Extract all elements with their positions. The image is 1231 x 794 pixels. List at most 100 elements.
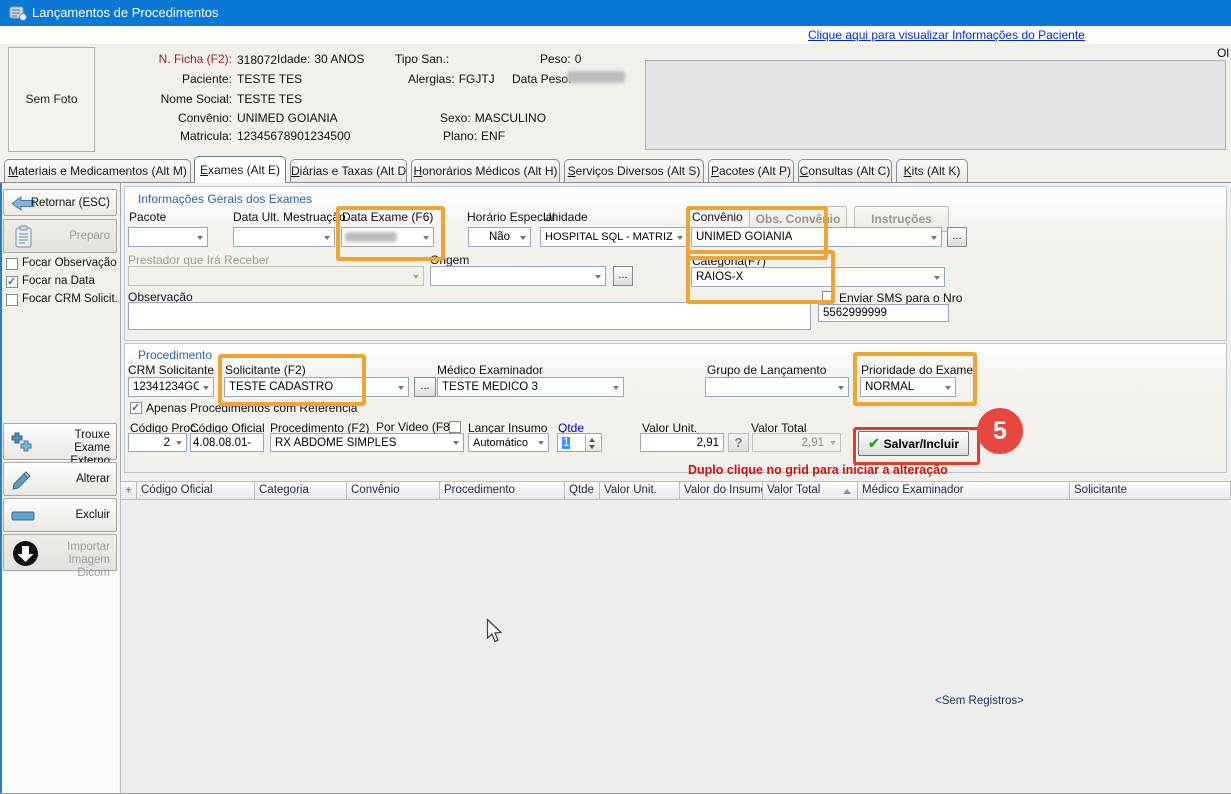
grid-col-categoria[interactable]: Categoria [255, 481, 347, 500]
tab-diarias[interactable]: Diárias e Taxas (Alt D) [290, 159, 407, 182]
unidade-select[interactable]: HOSPITAL SQL - MATRIZ [540, 227, 688, 247]
convenio-field-label: Convênio [692, 210, 743, 224]
convenio-label: Convênio: [102, 111, 232, 125]
idade-field: Idade:30 ANOS [277, 52, 364, 66]
data-ult-label: Data Ult. Mestruação [233, 210, 346, 224]
enviar-sms-checkbox[interactable] [822, 291, 834, 303]
grid-col-convenio[interactable]: Convênio [347, 481, 440, 500]
help-icon[interactable]: ? [728, 433, 749, 452]
data-exame-label: Data Exame (F6) [342, 210, 433, 224]
pacote-select[interactable] [128, 227, 208, 247]
convenio-lookup-button[interactable]: ... [947, 227, 967, 247]
alergias-field: Alergias:FGJTJ [408, 72, 495, 86]
n-ficha-value: 318072 [237, 53, 277, 67]
grid-col-procedimento[interactable]: Procedimento [440, 481, 565, 500]
grid-col-solicitante[interactable]: Solicitante [1070, 481, 1231, 500]
grid-col-medico[interactable]: Médico Examinador [858, 481, 1070, 500]
observacao-textarea[interactable] [128, 302, 811, 330]
trouxe-exame-externo-button[interactable]: Trouxe Exame Externo [3, 423, 117, 460]
grid-body[interactable] [120, 500, 1231, 793]
data-peso-label: Data Peso: [512, 72, 571, 86]
double-plus-icon [11, 432, 33, 454]
crm-select[interactable]: 12341234GO [128, 377, 214, 397]
apenas-referencia-checkbox[interactable] [130, 402, 142, 414]
tipo-san-field: Tipo San.: [395, 52, 453, 66]
focar-observacao-checkbox[interactable] [6, 258, 18, 270]
retornar-button[interactable]: Retornar (ESC) [3, 189, 117, 216]
nome-social-label: Nome Social: [102, 92, 232, 106]
tab-kits[interactable]: Kits (Alt K) [896, 159, 968, 182]
grid-col-qtde[interactable]: Qtde [565, 481, 600, 500]
sexo-field: Sexo:MASCULINO [440, 111, 546, 125]
data-ult-select[interactable] [233, 227, 335, 247]
solicitante-lookup-button[interactable]: ... [414, 377, 436, 397]
convenio-value: UNIMED GOIANIA [237, 111, 338, 125]
window-title: Lançamentos de Procedimentos [32, 5, 218, 20]
codigo-oficial-input[interactable]: 4.08.08.01-7 [190, 433, 264, 452]
importar-dicom-button[interactable]: Importar Imagem Dicom [3, 534, 117, 571]
tab-materiais[interactable]: Materiais e Medicamentos (Alt M) [4, 159, 191, 182]
grupo-select[interactable] [705, 377, 849, 397]
lancar-insumo-select[interactable]: Automático [468, 433, 549, 452]
origem-lookup-button[interactable]: ... [613, 266, 633, 286]
grid-corner-icon[interactable] [120, 481, 137, 500]
categoria-select[interactable]: RAIOS-X [691, 267, 945, 287]
general-group-title: Informações Gerais dos Exames [138, 192, 312, 206]
corner-text: Ol [1217, 46, 1229, 60]
prestador-label: Prestador que Irá Receber [128, 253, 269, 267]
valor-unit-input[interactable]: 2,91 [640, 433, 724, 452]
prestador-select[interactable] [128, 266, 424, 286]
grid-col-valor-unit[interactable]: Valor Unit. [600, 481, 680, 500]
tab-consultas[interactable]: Consultas (Alt C) [798, 159, 892, 182]
grid-col-valor-insumo[interactable]: Valor do Insumo [680, 481, 763, 500]
matricula-label: Matricula: [102, 129, 232, 143]
grid-empty-text: <Sem Registros> [935, 695, 1024, 707]
convenio-select[interactable]: UNIMED GOIANIA [691, 227, 942, 247]
pacote-label: Pacote [129, 210, 166, 224]
peso-field: Peso:0 [540, 52, 581, 66]
por-video-checkbox[interactable] [449, 421, 461, 433]
medico-label: Médico Examinador [437, 363, 543, 377]
excluir-button[interactable]: Excluir [3, 498, 117, 532]
tab-servicos[interactable]: Serviços Diversos (Alt S) [564, 159, 704, 182]
apenas-referencia-label: Apenas Procedimentos com Referencia [146, 401, 357, 415]
tab-pacotes[interactable]: Pacotes (Alt P) [708, 159, 794, 182]
prioridade-label: Prioridade do Exame [861, 363, 973, 377]
codigo-proc-select[interactable]: 2 [128, 433, 187, 452]
origem-select[interactable] [430, 266, 606, 286]
por-video-label: Por Video (F8) [376, 420, 454, 434]
focar-na-data-checkbox[interactable] [6, 276, 18, 288]
categoria-label: Categoria(F7) [692, 254, 766, 268]
sms-number-input[interactable]: 5562999999 [818, 304, 949, 322]
download-circle-icon [12, 540, 39, 567]
paciente-label: Paciente: [102, 72, 232, 86]
solicitante-select[interactable]: TESTE CADASTRO [224, 377, 409, 397]
matricula-value: 12345678901234500 [237, 129, 350, 143]
step-badge: 5 [977, 408, 1023, 454]
unidade-label: Unidade [543, 210, 588, 224]
prioridade-select[interactable]: NORMAL [860, 377, 956, 397]
alterar-button[interactable]: Alterar [3, 462, 117, 496]
preparo-button[interactable]: Preparo [3, 219, 117, 253]
grid-col-valor-total[interactable]: Valor Total [763, 481, 858, 500]
qtde-stepper[interactable]: 1 [557, 433, 602, 452]
paciente-value: TESTE TES [237, 72, 302, 86]
app-icon [9, 4, 27, 22]
title-bar: Lançamentos de Procedimentos [0, 0, 1231, 26]
clipboard-icon [14, 225, 34, 249]
horario-select[interactable]: Não [468, 227, 531, 247]
origem-label: Origem [430, 253, 469, 267]
bar-icon [11, 511, 35, 521]
app-window: Lançamentos de Procedimentos Clique aqui… [0, 0, 1231, 794]
medico-select[interactable]: TESTE MEDICO 3 [437, 377, 624, 397]
salvar-incluir-button[interactable]: Salvar/Incluir [858, 431, 969, 456]
tab-exames[interactable]: Exames (Alt E) [194, 156, 286, 183]
grid-col-codigo-oficial[interactable]: Código Oficial [137, 481, 255, 500]
patient-photo-placeholder: Sem Foto [8, 47, 95, 152]
procedimento-select[interactable]: RX ABDOME SIMPLES [270, 433, 464, 452]
tab-honorarios[interactable]: Honorários Médicos (Alt H) [411, 159, 560, 182]
data-peso-redacted-value [567, 71, 625, 83]
patient-info-link[interactable]: Clique aqui para visualizar Informações … [808, 28, 1085, 42]
nome-social-value: TESTE TES [237, 92, 302, 106]
focar-crm-checkbox[interactable] [6, 294, 18, 306]
